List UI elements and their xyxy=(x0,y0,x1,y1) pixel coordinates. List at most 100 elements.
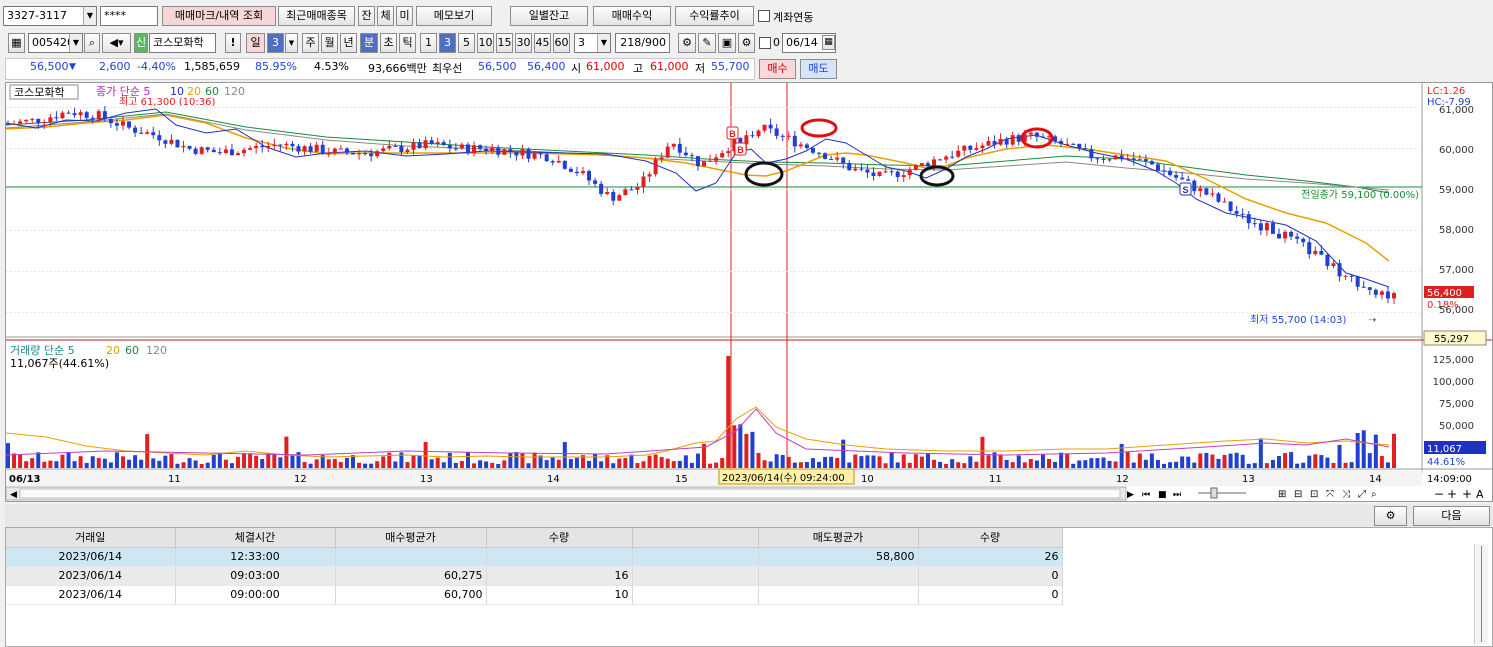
alert-button[interactable]: ! xyxy=(225,33,241,53)
monthly-button[interactable]: 월 xyxy=(321,33,338,53)
table-row[interactable]: 2023/06/14 09:03:00 60,275 16 0 xyxy=(6,566,1063,586)
second-button[interactable]: 초 xyxy=(380,33,397,53)
candle-body xyxy=(913,165,918,170)
candle-body xyxy=(242,149,247,154)
layout-icon[interactable]: ⊞ xyxy=(1278,489,1286,500)
candle-body xyxy=(780,135,785,137)
table-row[interactable]: 2023/06/14 12:33:00 58,800 26 xyxy=(6,547,1063,567)
memo-button[interactable]: 메모보기 xyxy=(416,6,492,26)
layout-icon[interactable]: ⊡ xyxy=(1310,489,1318,500)
speaker-icon[interactable]: ◀▾ xyxy=(102,33,131,53)
tick-button[interactable]: 틱 xyxy=(399,33,416,53)
volume-bar xyxy=(60,454,65,468)
zoom-out-icon[interactable]: − xyxy=(1434,487,1444,501)
balance-button[interactable]: 잔 xyxy=(358,6,375,26)
buy-button[interactable]: 매수 xyxy=(759,59,796,79)
price-tick: 58,000 xyxy=(1439,225,1474,236)
volume-bar xyxy=(865,455,870,468)
period-60[interactable]: 60 xyxy=(553,33,570,53)
magnify-icon[interactable]: ⌕ xyxy=(1371,489,1377,500)
volume-bar xyxy=(774,454,779,468)
volume-bar xyxy=(683,455,688,468)
scroll-left-icon[interactable]: ◀ xyxy=(10,490,17,500)
period-input[interactable]: 3 ▼ xyxy=(574,33,611,53)
stock-chart[interactable]: B B S 코스모화학 종가 단순 5 10 20 60 120 최고 61,3… xyxy=(5,82,1493,502)
sell-button[interactable]: 매도 xyxy=(800,59,837,79)
period-1[interactable]: 1 xyxy=(420,33,437,53)
volume-bar xyxy=(163,455,168,468)
daily-button[interactable]: 일 xyxy=(246,33,265,53)
account-select[interactable]: 3327-3117 ▼ xyxy=(3,6,97,26)
volume-bar xyxy=(1361,430,1366,468)
daily-count[interactable]: 3 xyxy=(267,33,284,53)
candle-body xyxy=(514,151,519,156)
draw-icon[interactable]: ✎ xyxy=(698,33,716,53)
indicator-icon[interactable]: ⚙ xyxy=(678,33,696,53)
volume-bar xyxy=(877,456,882,468)
volume-bar xyxy=(1107,460,1112,468)
period-3[interactable]: 3 xyxy=(439,33,456,53)
volume-bar xyxy=(357,462,362,468)
move-icon[interactable]: + xyxy=(1447,487,1457,501)
table-scrollbar[interactable] xyxy=(1474,544,1488,644)
chevron-down-icon[interactable]: ▼ xyxy=(69,34,82,52)
rewind-icon[interactable]: ⏮ xyxy=(1142,490,1150,500)
play-icon[interactable]: ▶ xyxy=(1127,490,1134,500)
candle-body xyxy=(544,154,549,162)
password-field[interactable]: **** xyxy=(100,6,158,26)
scroll-thumb[interactable] xyxy=(19,488,1121,499)
volume-bar xyxy=(1174,461,1179,468)
font-size-icon[interactable]: A xyxy=(1476,488,1484,501)
chevron-down-icon[interactable]: ▼ xyxy=(597,34,610,52)
candle-body xyxy=(357,153,362,155)
zoom-handle[interactable] xyxy=(1210,487,1218,499)
save-icon[interactable]: ▣ xyxy=(718,33,736,53)
tool-icon[interactable]: ⤧ xyxy=(1326,489,1334,500)
lc-label: LC:1.26 xyxy=(1427,86,1465,97)
stop-icon[interactable]: ■ xyxy=(1158,490,1167,500)
candle-body xyxy=(683,152,688,156)
volume-bar xyxy=(1101,457,1106,468)
gear-icon[interactable]: ⚙ xyxy=(1374,506,1407,526)
calendar-icon[interactable]: ▦ xyxy=(822,35,835,50)
tool-icon[interactable]: ⤨ xyxy=(1342,489,1350,500)
search-icon[interactable]: ⌕ xyxy=(84,33,100,53)
minute-button[interactable]: 분 xyxy=(360,33,378,53)
executed-button[interactable]: 체 xyxy=(377,6,394,26)
return-trend-button[interactable]: 수익률추이 xyxy=(675,6,754,26)
period-30[interactable]: 30 xyxy=(515,33,532,53)
tool-icon[interactable]: ⤢ xyxy=(1358,489,1366,500)
chevron-down-icon[interactable]: ▼ xyxy=(285,33,298,53)
volume-bar xyxy=(508,453,513,468)
period-45[interactable]: 45 xyxy=(534,33,551,53)
chart-canvas[interactable]: B B S 코스모화학 종가 단순 5 10 20 60 120 최고 61,3… xyxy=(6,83,1492,501)
recent-trades-button[interactable]: 최근매매종목 xyxy=(278,6,355,26)
chevron-down-icon[interactable]: ▼ xyxy=(83,7,96,25)
period-15[interactable]: 15 xyxy=(496,33,513,53)
column-header: 매도평균가 xyxy=(758,528,919,548)
account-number: 3327-3117 xyxy=(7,9,67,22)
candle-body xyxy=(181,145,186,148)
candle-body xyxy=(1379,291,1384,295)
account-link-checkbox[interactable] xyxy=(758,10,770,22)
weekly-button[interactable]: 주 xyxy=(302,33,319,53)
stock-code-input[interactable]: 005420 ▼ xyxy=(28,33,83,53)
layout-icon[interactable]: ⊟ xyxy=(1294,489,1302,500)
gear-icon[interactable]: ⚙ xyxy=(738,33,755,53)
period-5[interactable]: 5 xyxy=(458,33,475,53)
table-row[interactable]: 2023/06/14 09:00:00 60,700 10 0 xyxy=(6,585,1063,605)
candle-body xyxy=(387,145,392,149)
period-10[interactable]: 10 xyxy=(477,33,494,53)
date-checkbox[interactable] xyxy=(759,37,771,49)
scroll-thumb[interactable] xyxy=(1481,546,1482,642)
daily-balance-button[interactable]: 일별잔고 xyxy=(510,6,588,26)
layout-icon[interactable]: ▦ xyxy=(8,33,25,53)
volume-bar xyxy=(1313,454,1318,468)
unfilled-button[interactable]: 미 xyxy=(396,6,413,26)
forward-icon[interactable]: ⏭ xyxy=(1173,490,1181,500)
next-button[interactable]: 다음 xyxy=(1413,506,1490,526)
trade-profit-button[interactable]: 매매수익 xyxy=(593,6,671,26)
trade-mark-button[interactable]: 매매마크/내역 조회 xyxy=(162,6,276,26)
yearly-button[interactable]: 년 xyxy=(340,33,357,53)
zoom-in-icon[interactable]: + xyxy=(1462,487,1472,501)
